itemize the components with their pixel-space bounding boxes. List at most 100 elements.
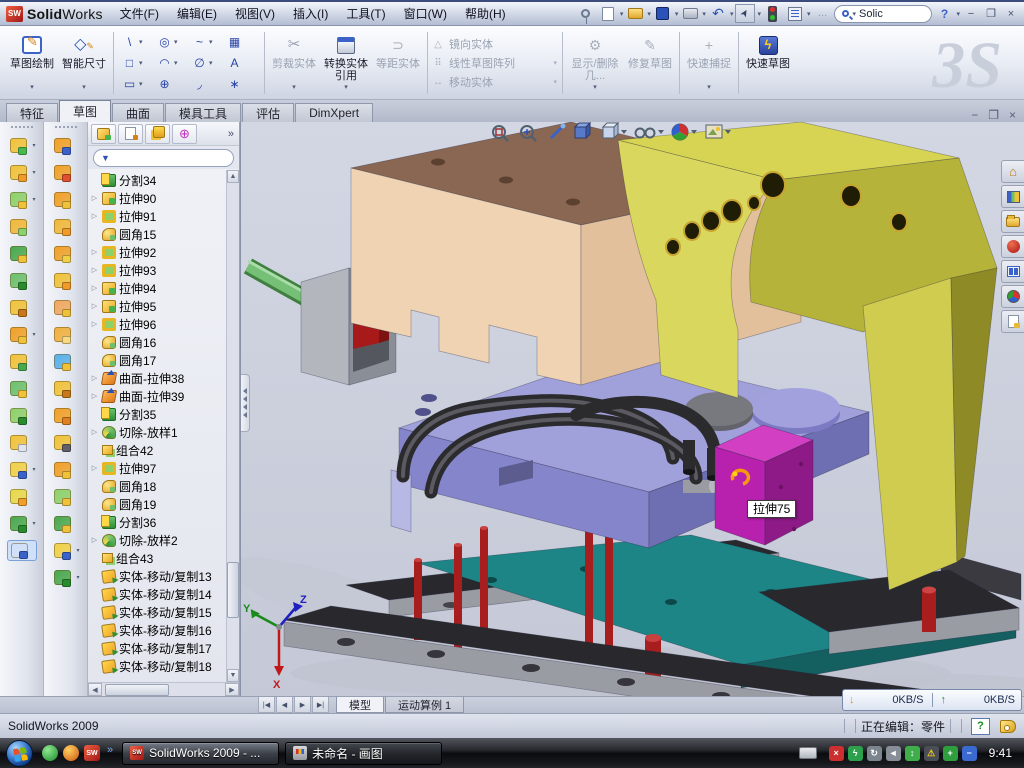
scroll-right-button[interactable]: ▶ xyxy=(225,683,239,696)
tree-horizontal-scrollbar[interactable]: ◀ ▶ xyxy=(88,682,239,696)
zoom-area-icon[interactable] xyxy=(521,126,536,141)
tree-filter-box[interactable]: ▼ xyxy=(93,149,234,167)
sync-icon[interactable]: ↕ xyxy=(905,746,920,761)
solidworks-resources-tab[interactable] xyxy=(1001,235,1024,258)
core-button[interactable] xyxy=(51,189,81,210)
model-tab[interactable]: 运动算例 1 xyxy=(385,697,464,713)
view-orientation-icon[interactable] xyxy=(575,123,590,138)
media-quicklaunch-icon[interactable] xyxy=(63,745,79,761)
volume-icon[interactable]: ◄ xyxy=(886,746,901,761)
tree-item[interactable]: ▷曲面-拉伸38 xyxy=(90,369,239,387)
expander-icon[interactable]: ▷ xyxy=(90,374,99,382)
undo-button[interactable]: ↶ xyxy=(708,4,728,24)
tree-item[interactable]: 实体-移动/复制13 xyxy=(90,567,239,585)
tree-item[interactable]: 分割35 xyxy=(90,405,239,423)
help-button[interactable]: ? xyxy=(934,4,954,24)
menu-item[interactable]: 编辑(E) xyxy=(168,1,226,26)
scroll-up-button[interactable]: ▲ xyxy=(227,170,239,183)
select-caret[interactable]: ▾ xyxy=(757,10,761,18)
tree-item[interactable]: 圆角16 xyxy=(90,333,239,351)
magenta-block-part[interactable] xyxy=(715,425,813,545)
prev-tab-button[interactable]: ◀ xyxy=(276,697,293,713)
minimize-button[interactable]: − xyxy=(962,6,980,22)
tree-item[interactable]: 圆角15 xyxy=(90,225,239,243)
wireless-warning-icon[interactable]: ⚠ xyxy=(924,746,939,761)
appearances-tab[interactable] xyxy=(1001,285,1024,308)
tree-item[interactable]: ▷拉伸95 xyxy=(90,297,239,315)
slot-tool[interactable]: ▭▾ xyxy=(119,74,154,95)
taskbar-window-button[interactable]: 未命名 - 画图 xyxy=(285,742,442,765)
menu-item[interactable]: 插入(I) xyxy=(284,1,337,26)
planar-surface-button[interactable] xyxy=(51,324,81,345)
antivirus-icon[interactable]: ϟ xyxy=(848,746,863,761)
close-button[interactable]: × xyxy=(1002,6,1020,22)
tree-item[interactable]: 分割34 xyxy=(90,171,239,189)
first-tab-button[interactable]: |◀ xyxy=(258,697,275,713)
new-document-button[interactable] xyxy=(598,4,618,24)
zoom-fit-icon[interactable] xyxy=(493,126,508,141)
expander-icon[interactable]: ▷ xyxy=(90,284,99,292)
extruded-cut-button[interactable] xyxy=(7,270,37,291)
reference-geometry-2-caret[interactable]: ▾ xyxy=(76,547,79,554)
menu-item[interactable]: 工具(T) xyxy=(337,1,394,26)
smart-dimension-button[interactable]: ◇ 智能尺寸 ▾ xyxy=(58,29,110,97)
panel-more-button[interactable]: » xyxy=(228,128,236,140)
dimxpert-manager-tab[interactable]: ⊕ xyxy=(172,124,197,144)
tooling-split-button[interactable] xyxy=(51,378,81,399)
polygon-tool[interactable]: ⊕ xyxy=(154,74,189,95)
security-center-icon[interactable]: × xyxy=(829,746,844,761)
sketch-fillet-tool[interactable]: ◞ xyxy=(189,74,224,95)
spline-tool-caret[interactable]: ▾ xyxy=(32,520,35,527)
cavity-button[interactable] xyxy=(51,216,81,237)
search-box[interactable]: ▾ Solic xyxy=(834,5,932,23)
print-caret[interactable]: ▾ xyxy=(702,10,706,18)
expander-icon[interactable]: ▷ xyxy=(90,320,99,328)
expander-icon[interactable]: ▷ xyxy=(90,194,99,202)
messenger-status-icon[interactable]: − xyxy=(962,746,977,761)
shell-button[interactable] xyxy=(7,432,37,453)
ellipse-tool[interactable]: ∅▾ xyxy=(189,53,224,74)
line-caret[interactable]: ▾ xyxy=(139,38,143,46)
panel-splitter-handle[interactable] xyxy=(241,374,250,432)
spline-tool-2-caret[interactable]: ▾ xyxy=(76,574,79,581)
circle-tool[interactable]: ◎▾ xyxy=(154,32,189,53)
undo-caret[interactable]: ▾ xyxy=(730,10,734,18)
tree-item[interactable]: ▷拉伸94 xyxy=(90,279,239,297)
new-caret[interactable]: ▾ xyxy=(620,10,624,18)
tree-item[interactable]: ▷切除-放样1 xyxy=(90,423,239,441)
toolbar-grip[interactable] xyxy=(55,126,77,129)
tree-item[interactable]: ▷切除-放样2 xyxy=(90,531,239,549)
messenger-quicklaunch-icon[interactable] xyxy=(42,745,58,761)
text-tool[interactable]: A xyxy=(224,53,259,74)
last-tab-button[interactable]: ▶| xyxy=(312,697,329,713)
horizontal-scroll-thumb[interactable] xyxy=(105,684,169,696)
tree-item[interactable]: 分割36 xyxy=(90,513,239,531)
taskbar-window-button[interactable]: SWSolidWorks 2009 - ... xyxy=(122,742,279,765)
reference-geometry-2-button[interactable]: ▾ xyxy=(51,540,81,561)
start-button[interactable] xyxy=(6,740,33,767)
tree-item[interactable]: 实体-移动/复制17 xyxy=(90,639,239,657)
expander-icon[interactable]: ▷ xyxy=(90,212,99,220)
expander-icon[interactable]: ▷ xyxy=(90,302,99,310)
tree-item[interactable]: 实体-移动/复制16 xyxy=(90,621,239,639)
command-tab[interactable]: 评估 xyxy=(242,103,294,122)
curves-button[interactable] xyxy=(7,486,37,507)
arc-tool[interactable]: ◠▾ xyxy=(154,53,189,74)
lofted-boss-button[interactable] xyxy=(7,216,37,237)
solidworks-quicklaunch-icon[interactable]: SW xyxy=(84,745,100,761)
boundary-boss-button[interactable] xyxy=(7,243,37,264)
sketch-button[interactable]: 草图绘制 ▾ xyxy=(6,29,58,97)
menu-item[interactable]: 窗口(W) xyxy=(395,1,456,26)
toolbar-overflow[interactable]: … xyxy=(812,4,832,24)
rebuild-button[interactable] xyxy=(763,4,783,24)
windows-update-icon[interactable]: ↻ xyxy=(867,746,882,761)
pattern-caret[interactable]: ▾ xyxy=(32,331,35,338)
menu-item[interactable]: 文件(F) xyxy=(111,1,168,26)
command-tab[interactable]: 特征 xyxy=(6,103,58,122)
doc-minimize-button[interactable]: − xyxy=(971,108,978,122)
shut-off-surface-button[interactable] xyxy=(51,243,81,264)
expander-icon[interactable]: ▷ xyxy=(90,464,99,472)
doc-close-button[interactable]: × xyxy=(1009,108,1016,122)
reference-geometry-button[interactable]: ▾ xyxy=(7,459,37,480)
circle-caret[interactable]: ▾ xyxy=(174,38,178,46)
